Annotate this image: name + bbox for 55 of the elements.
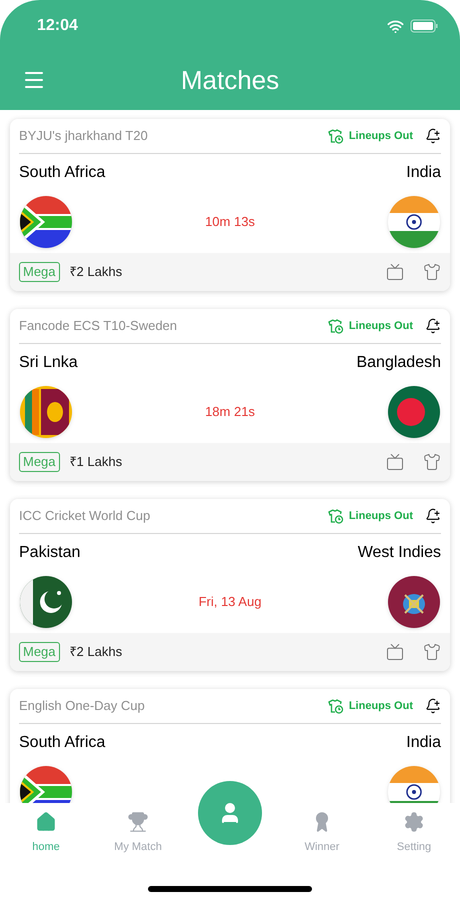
team-name: Sri Lnka xyxy=(19,353,78,373)
lineups-status: Lineups Out xyxy=(348,128,413,144)
team-name: West Indies xyxy=(358,543,441,563)
match-card[interactable]: BYJU's jharkhand T20 Lineups Out South Africa India 10m 13s Mega ₹2 Lakhs xyxy=(10,119,450,291)
flag-icon xyxy=(387,384,441,438)
prize-amount: ₹2 Lakhs xyxy=(70,263,124,282)
match-time: 10m 13s xyxy=(205,212,255,231)
flag-icon xyxy=(387,574,441,628)
team-name: Bangladesh xyxy=(356,353,441,373)
flag-icon xyxy=(387,194,441,248)
team-name: South Africa xyxy=(19,733,106,753)
trophy-icon xyxy=(127,811,149,833)
team-name: Pakistan xyxy=(19,543,80,563)
lineups-status: Lineups Out xyxy=(348,698,413,714)
wifi-icon xyxy=(387,18,404,34)
league-name: BYJU's jharkhand T20 xyxy=(19,127,149,146)
team-name: India xyxy=(406,733,441,753)
match-time: 18m 21s xyxy=(205,402,255,421)
lineups-status: Lineups Out xyxy=(348,508,413,524)
tv-icon[interactable] xyxy=(386,643,404,661)
status-time: 12:04 xyxy=(37,16,79,36)
bell-add-icon[interactable] xyxy=(425,698,441,714)
tv-icon[interactable] xyxy=(386,453,404,471)
shirt-clock-icon xyxy=(328,508,344,524)
contest-tag: Mega xyxy=(19,642,60,662)
prize-amount: ₹2 Lakhs xyxy=(70,643,124,662)
shirt-icon[interactable] xyxy=(423,453,441,471)
team-name: South Africa xyxy=(19,163,106,183)
bell-add-icon[interactable] xyxy=(425,128,441,144)
match-time: Fri, 13 Aug xyxy=(198,592,262,611)
battery-icon xyxy=(410,19,438,33)
league-name: ICC Cricket World Cup xyxy=(19,507,152,526)
contest-tag: Mega xyxy=(19,452,60,472)
tv-icon[interactable] xyxy=(386,263,404,281)
shirt-clock-icon xyxy=(328,318,344,334)
shirt-clock-icon xyxy=(328,698,344,714)
match-card[interactable]: English One-Day Cup Lineups Out South Africa India xyxy=(10,689,450,803)
shirt-icon[interactable] xyxy=(423,263,441,281)
prize-amount: ₹1 Lakhs xyxy=(70,453,124,472)
flag-icon xyxy=(19,574,73,628)
league-name: Fancode ECS T10-Sweden xyxy=(19,317,178,336)
flag-icon xyxy=(19,384,73,438)
bell-add-icon[interactable] xyxy=(425,508,441,524)
contest-tag: Mega xyxy=(19,262,60,282)
match-card[interactable]: Fancode ECS T10-Sweden Lineups Out Sri Lnka Bangladesh 18m 21s Mega ₹1 Lakhs xyxy=(10,309,450,481)
flag-icon xyxy=(19,194,73,248)
league-name: English One-Day Cup xyxy=(19,697,146,716)
page-title: Matches xyxy=(180,64,280,96)
team-name: India xyxy=(406,163,441,183)
lineups-status: Lineups Out xyxy=(348,318,413,334)
shirt-icon[interactable] xyxy=(423,643,441,661)
match-card[interactable]: ICC Cricket World Cup Lineups Out Pakistan West Indies Fri, 13 Aug Mega ₹2 Lakhs xyxy=(10,499,450,671)
home-icon xyxy=(35,811,57,833)
bell-add-icon[interactable] xyxy=(425,318,441,334)
shirt-clock-icon xyxy=(328,128,344,144)
